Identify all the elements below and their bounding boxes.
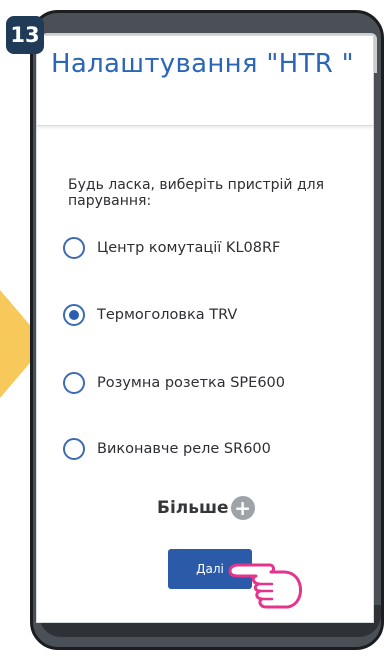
option-label: Розумна розетка SPE600 xyxy=(97,375,286,391)
option-trv[interactable]: Термоголовка TRV xyxy=(63,304,237,326)
option-label: Центр комутації KL08RF xyxy=(97,240,281,256)
plus-icon[interactable]: + xyxy=(230,496,255,520)
option-sr600[interactable]: Виконавче реле SR600 xyxy=(63,438,271,460)
radio-unchecked-icon[interactable] xyxy=(63,372,85,394)
screen-header: Налаштування "HTR " xyxy=(37,36,373,126)
option-kl08rf[interactable]: Центр комутації KL08RF xyxy=(63,237,280,259)
pointing-hand-icon xyxy=(228,563,302,609)
page-title: Налаштування "HTR " xyxy=(51,49,354,79)
option-spe600[interactable]: Розумна розетка SPE600 xyxy=(63,372,285,394)
step-number-badge: 13 xyxy=(6,16,44,54)
radio-unchecked-icon[interactable] xyxy=(63,438,85,460)
radio-checked-icon[interactable] xyxy=(63,304,85,326)
pairing-prompt: Будь ласка, виберіть пристрій для парува… xyxy=(68,177,325,209)
option-label: Термоголовка TRV xyxy=(97,307,238,323)
radio-unchecked-icon[interactable] xyxy=(63,237,85,259)
app-screen: Налаштування "HTR " Будь ласка, виберіть… xyxy=(37,36,373,622)
more-label: Більше xyxy=(157,498,229,518)
option-label: Виконавче реле SR600 xyxy=(97,441,271,457)
more-button[interactable]: Більше + xyxy=(157,496,255,520)
